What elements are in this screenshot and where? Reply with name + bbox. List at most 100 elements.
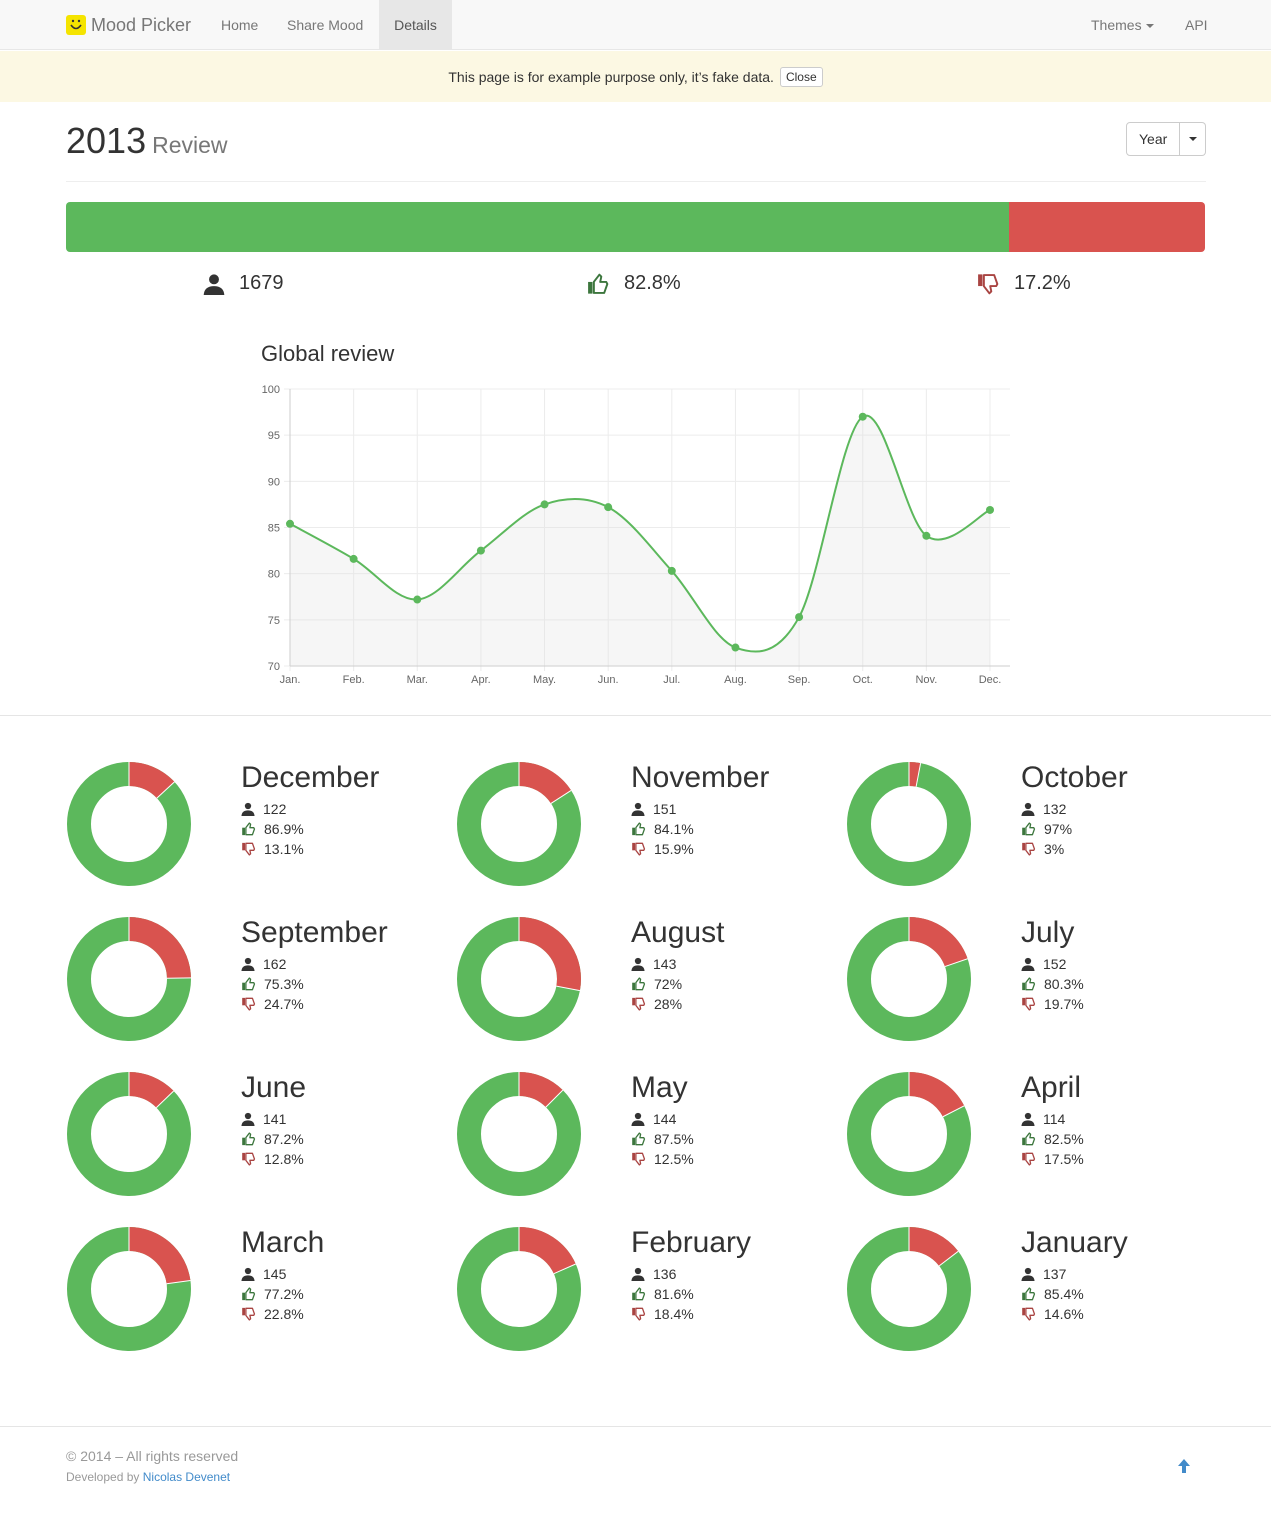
month-card: November 151 84.1% 15.9% xyxy=(456,761,836,901)
stat-negative-value: 17.2% xyxy=(1014,272,1071,294)
user-icon xyxy=(241,1267,255,1281)
month-positive: 85.4% xyxy=(1021,1284,1084,1304)
nav-details[interactable]: Details xyxy=(379,0,452,50)
data-point xyxy=(858,412,867,421)
month-negative: 19.7% xyxy=(1021,994,1084,1014)
stat-negative: 17.2% xyxy=(976,272,1071,295)
month-users: 152 xyxy=(1021,954,1066,974)
x-tick-label: Aug. xyxy=(724,674,747,686)
user-icon xyxy=(631,1267,645,1281)
month-users-value: 132 xyxy=(1043,801,1067,817)
data-point xyxy=(922,531,931,540)
month-users: 162 xyxy=(241,954,286,974)
user-icon xyxy=(631,1112,645,1126)
month-card: October 132 97% 3% xyxy=(846,761,1226,901)
month-negative-value: 3% xyxy=(1044,841,1065,857)
thumbs-down-icon xyxy=(632,1307,646,1321)
month-positive-value: 75.3% xyxy=(264,976,304,992)
footer-copyright: © 2014 – All rights reserved xyxy=(66,1448,239,1464)
user-icon xyxy=(241,1112,255,1126)
progress-negative-segment xyxy=(1009,202,1205,252)
x-tick-label: Jun. xyxy=(598,674,619,686)
nav-api[interactable]: API xyxy=(1170,0,1223,50)
month-positive: 82.5% xyxy=(1021,1129,1084,1149)
month-positive-value: 81.6% xyxy=(654,1286,694,1302)
y-tick-label: 100 xyxy=(262,384,280,396)
x-tick-label: Dec. xyxy=(979,674,1002,686)
fake-data-alert: This page is for example purpose only, i… xyxy=(0,51,1271,102)
month-users-value: 122 xyxy=(263,801,287,817)
month-card: April 114 82.5% 17.5% xyxy=(846,1071,1226,1211)
month-card: December 122 86.9% 13.1% xyxy=(66,761,446,901)
month-donut-chart xyxy=(67,1072,191,1196)
month-negative: 14.6% xyxy=(1021,1304,1084,1324)
month-positive: 87.2% xyxy=(241,1129,304,1149)
thumbs-down-icon xyxy=(242,1152,256,1166)
month-name: April xyxy=(1021,1071,1082,1104)
month-users: 114 xyxy=(1021,1109,1065,1129)
month-positive-value: 86.9% xyxy=(264,821,304,837)
x-tick-label: Jul. xyxy=(663,674,680,686)
divider xyxy=(0,1426,1271,1427)
month-negative: 12.5% xyxy=(631,1149,694,1169)
y-tick-label: 90 xyxy=(268,476,280,488)
brand-link[interactable]: Mood Picker xyxy=(66,0,191,50)
thumbs-up-icon xyxy=(1022,1132,1036,1146)
month-card: July 152 80.3% 19.7% xyxy=(846,916,1226,1056)
y-tick-label: 95 xyxy=(268,430,280,442)
period-dropdown-toggle[interactable] xyxy=(1180,122,1207,156)
thumbs-up-icon xyxy=(1022,822,1036,836)
data-point xyxy=(413,595,422,604)
month-negative: 17.5% xyxy=(1021,1149,1084,1169)
thumbs-down-icon xyxy=(1022,1307,1036,1321)
month-users: 137 xyxy=(1021,1264,1066,1284)
month-users: 145 xyxy=(241,1264,286,1284)
x-tick-label: Apr. xyxy=(471,674,491,686)
month-negative: 15.9% xyxy=(631,839,694,859)
nav-home[interactable]: Home xyxy=(206,0,273,50)
y-tick-label: 70 xyxy=(268,661,280,673)
month-card: August 143 72% 28% xyxy=(456,916,836,1056)
data-point xyxy=(349,554,358,563)
month-users-value: 141 xyxy=(263,1111,287,1127)
month-positive: 72% xyxy=(631,974,682,994)
nav-share-mood[interactable]: Share Mood xyxy=(272,0,378,50)
month-users: 136 xyxy=(631,1264,676,1284)
arrow-up-icon[interactable] xyxy=(1177,1458,1191,1479)
month-positive-value: 87.5% xyxy=(654,1131,694,1147)
period-year-button[interactable]: Year xyxy=(1126,122,1181,156)
month-positive: 81.6% xyxy=(631,1284,694,1304)
nav-themes-dropdown[interactable]: Themes xyxy=(1076,0,1169,50)
month-name: December xyxy=(241,761,380,794)
month-users-value: 151 xyxy=(653,801,677,817)
month-negative: 18.4% xyxy=(631,1304,694,1324)
thumbs-up-icon xyxy=(242,1132,256,1146)
data-point xyxy=(286,519,294,528)
month-users: 132 xyxy=(1021,799,1066,819)
author-link[interactable]: Nicolas Devenet xyxy=(143,1470,230,1484)
month-users: 151 xyxy=(631,799,676,819)
month-negative-value: 18.4% xyxy=(654,1306,694,1322)
month-name: September xyxy=(241,916,388,949)
navbar: Mood Picker Home Share Mood Details Them… xyxy=(0,0,1271,50)
chevron-down-icon xyxy=(1145,24,1154,29)
month-positive: 77.2% xyxy=(241,1284,304,1304)
thumbs-down-icon xyxy=(1022,997,1036,1011)
month-donut-chart xyxy=(847,917,971,1041)
thumbs-up-icon xyxy=(242,1287,256,1301)
month-negative-value: 12.8% xyxy=(264,1151,304,1167)
month-card: March 145 77.2% 22.8% xyxy=(66,1226,446,1366)
x-tick-label: Mar. xyxy=(407,674,428,686)
user-icon xyxy=(241,957,255,971)
month-users-value: 152 xyxy=(1043,956,1067,972)
month-users: 143 xyxy=(631,954,676,974)
month-positive-value: 85.4% xyxy=(1044,1286,1084,1302)
month-negative-value: 12.5% xyxy=(654,1151,694,1167)
month-donut-chart xyxy=(457,1072,581,1196)
month-name: January xyxy=(1021,1226,1128,1259)
alert-close-button[interactable]: Close xyxy=(779,66,823,87)
user-icon xyxy=(1021,1112,1035,1126)
user-icon xyxy=(241,802,255,816)
chart-area-fill xyxy=(290,415,990,666)
page-subtitle: Review xyxy=(152,132,228,158)
